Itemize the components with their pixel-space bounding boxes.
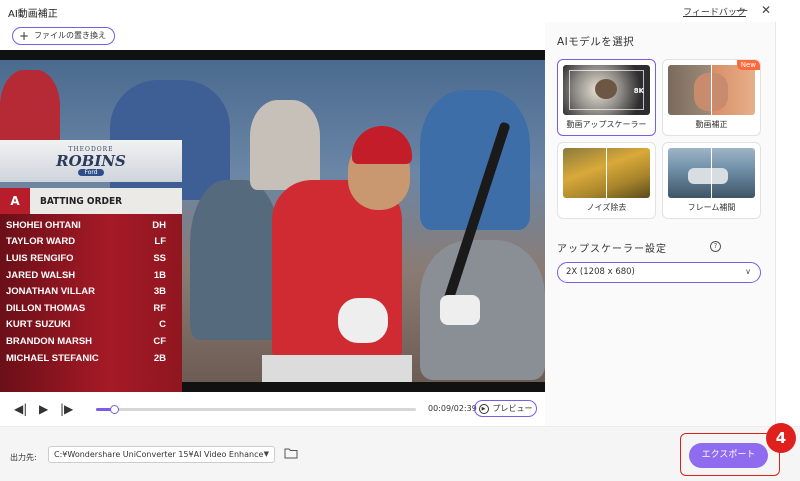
play-circle-icon: ▶: [478, 403, 489, 414]
export-button[interactable]: エクスポート: [689, 443, 768, 468]
upscaler-setting-label: アップスケーラー設定: [557, 244, 667, 255]
lineup-row: BRANDON MARSH CF: [6, 335, 166, 347]
change-file-button[interactable]: + ファイルの置き換え: [12, 27, 116, 45]
minimize-icon[interactable]: —: [734, 2, 750, 18]
folder-icon[interactable]: [284, 447, 298, 459]
output-path-select[interactable]: C:¥Wondershare UniConverter 15¥AI Video …: [48, 446, 275, 463]
preview-button[interactable]: ▶ プレビュー: [474, 400, 537, 417]
batting-order-graphic: THEODORE ROBINS Ford A BATTING ORDER SHO…: [0, 140, 182, 392]
lineup-row: MICHAEL STEFANIC 2B: [6, 352, 166, 364]
step-number-badge: 4: [766, 423, 796, 453]
divider: [775, 22, 776, 426]
lineup-row: JONATHAN VILLAR 3B: [6, 286, 166, 298]
lineup-row: SHOHEI OHTANI DH: [6, 219, 166, 231]
lineup-list: SHOHEI OHTANI DH TAYLOR WARD LF LUIS RENGI…: [0, 214, 182, 392]
next-frame-icon[interactable]: |▶: [60, 402, 73, 416]
model-card-enhance[interactable]: New 動画補正: [662, 59, 761, 136]
time-display: 00:09/02:39: [428, 404, 477, 413]
scale-select[interactable]: 2X (1208 x 680) ∨: [557, 262, 761, 283]
panel-heading: AIモデルを選択: [557, 36, 635, 48]
model-card-frame-interpolation[interactable]: フレーム補間: [662, 142, 761, 219]
dropdown-arrow-icon: ▼: [263, 450, 269, 458]
progress-bar[interactable]: [96, 405, 416, 414]
window-title: AI動画補正: [8, 9, 58, 20]
angels-logo-icon: A: [0, 188, 30, 214]
plus-icon: +: [19, 29, 30, 43]
title-bar: AI動画補正 フィードバック — ✕: [0, 0, 800, 22]
enhance-thumbnail: [668, 65, 755, 115]
chevron-down-icon: ∨: [745, 267, 751, 276]
upscaler-thumbnail: 8K: [563, 65, 650, 115]
sponsor-logo: THEODORE ROBINS Ford: [0, 140, 182, 182]
model-card-upscaler[interactable]: 8K 動画アップスケーラー: [557, 59, 656, 136]
model-card-denoise[interactable]: ノイズ除去: [557, 142, 656, 219]
bottom-bar: 出力先: C:¥Wondershare UniConverter 15¥AI V…: [0, 426, 800, 481]
video-preview: THEODORE ROBINS Ford A BATTING ORDER SHO…: [0, 50, 545, 392]
close-icon[interactable]: ✕: [758, 2, 774, 18]
new-badge: New: [736, 60, 760, 70]
play-icon[interactable]: ▶: [39, 402, 48, 416]
lineup-row: LUIS RENGIFO SS: [6, 252, 166, 264]
previous-frame-icon[interactable]: ◀|: [14, 402, 27, 416]
lineup-row: KURT SUZUKI C: [6, 319, 166, 331]
player-controls: ◀| ▶ |▶ 00:09/02:39 ▶ プレビュー: [0, 392, 545, 426]
app-window: AI動画補正 フィードバック — ✕ + ファイルの置き換え THEODORE …: [0, 0, 800, 481]
lineup-row: DILLON THOMAS RF: [6, 302, 166, 314]
change-file-label: ファイルの置き換え: [34, 31, 107, 40]
denoise-thumbnail: [563, 148, 650, 198]
progress-knob[interactable]: [110, 405, 120, 414]
frame-interpolation-thumbnail: [668, 148, 755, 198]
help-icon[interactable]: ?: [710, 241, 721, 252]
ai-model-panel: AIモデルを選択 8K 動画アップスケーラー New 動画補正 ノイズ除去 フレ…: [545, 22, 775, 426]
output-label: 出力先:: [10, 453, 37, 462]
lineup-row: TAYLOR WARD LF: [6, 236, 166, 248]
batting-order-header: A BATTING ORDER: [0, 188, 182, 214]
lineup-row: JARED WALSH 1B: [6, 269, 166, 281]
